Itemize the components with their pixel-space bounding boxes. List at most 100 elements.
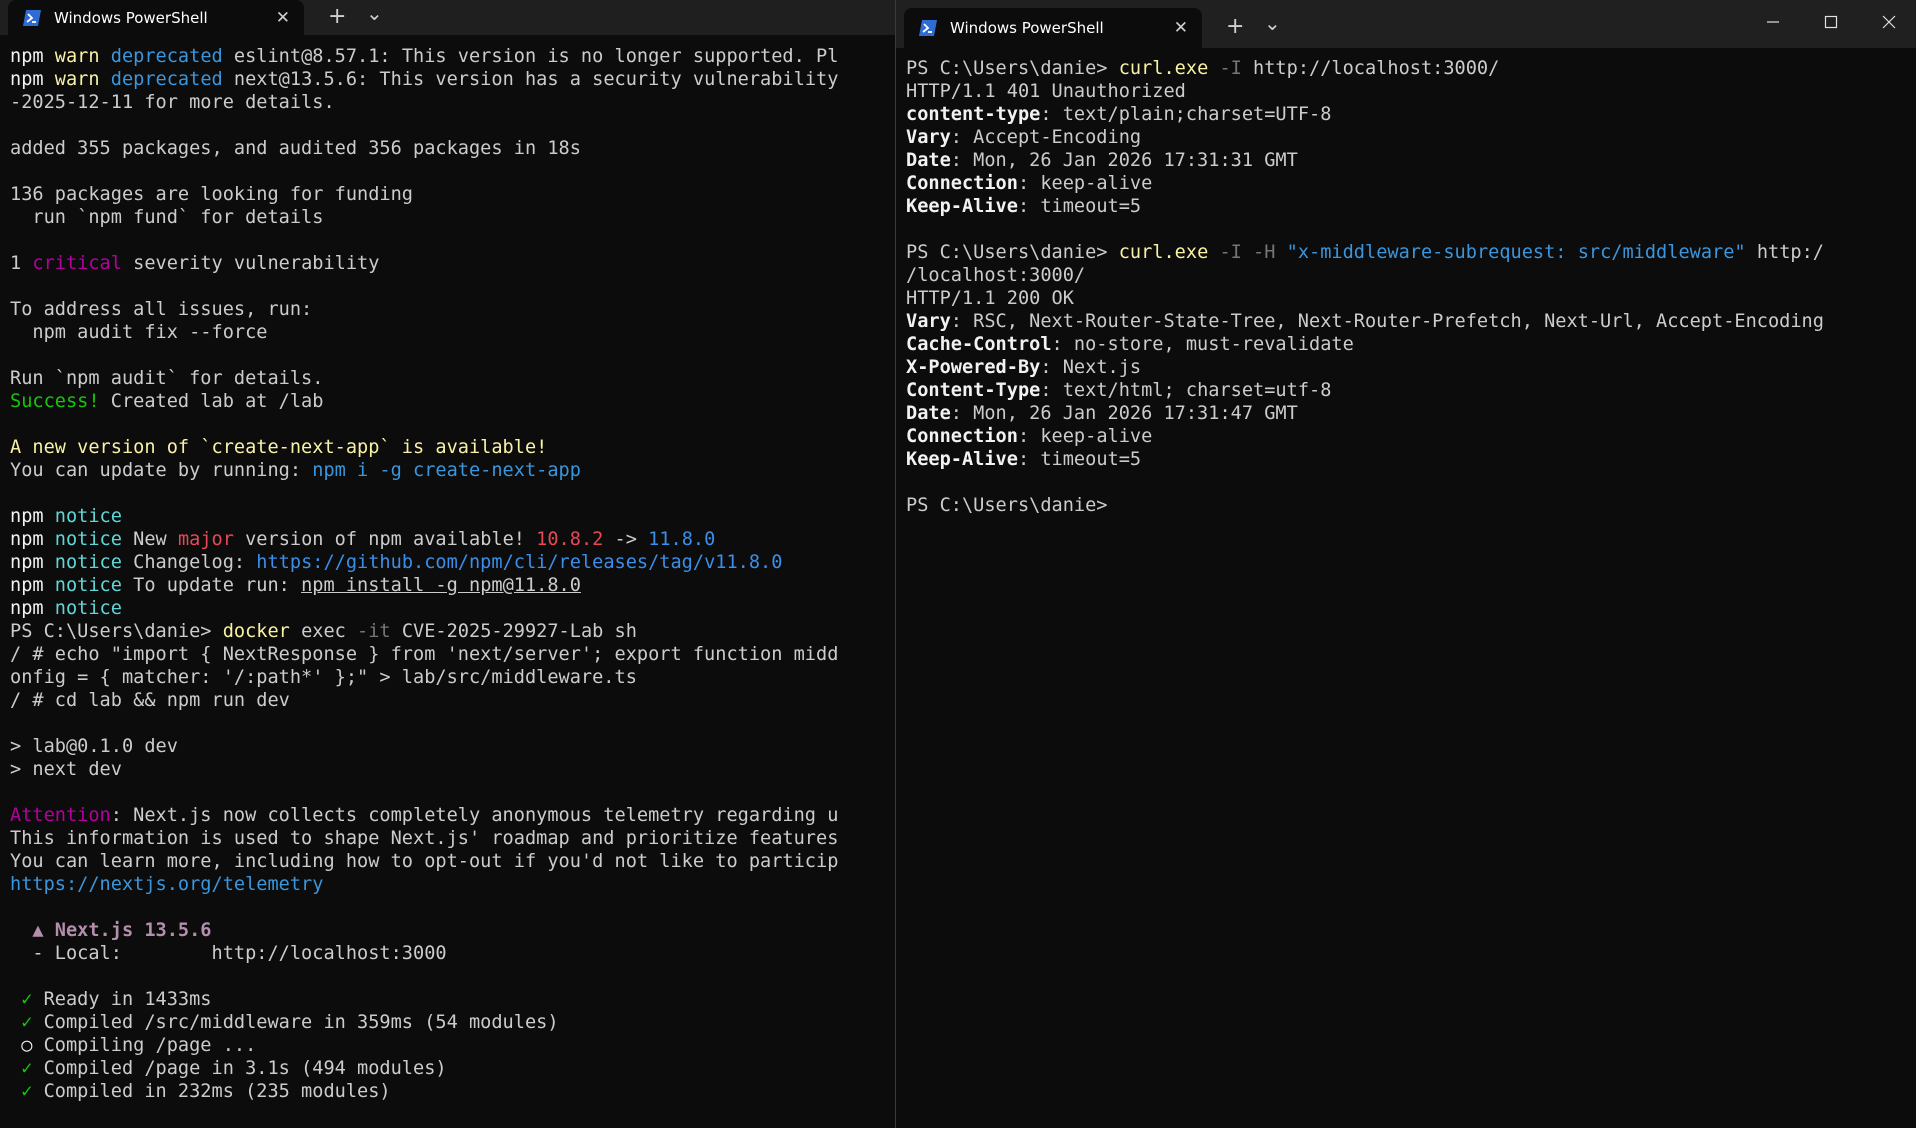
terminal-text: Connection xyxy=(906,173,1018,194)
powershell-icon xyxy=(23,9,41,26)
terminal-text: npm audit fix --force xyxy=(10,322,268,343)
minimize-button[interactable] xyxy=(1744,0,1802,44)
terminal-text: / # cd lab && npm run dev xyxy=(10,690,290,711)
terminal-text: ○ xyxy=(10,1035,33,1056)
terminal-text: Content-Type xyxy=(906,380,1041,401)
terminal-text: To update run: xyxy=(121,575,302,596)
terminal-text: exec xyxy=(289,621,358,642)
terminal-line: npm warn deprecated next@13.5.6: This ve… xyxy=(10,68,895,91)
terminal-text: : timeout=5 xyxy=(1017,449,1142,470)
right-tab-dropdown-icon[interactable]: ⌄ xyxy=(1264,11,1281,35)
right-tab-title: Windows PowerShell xyxy=(950,19,1104,37)
terminal-line: onfig = { matcher: '/:path*' };" > lab/s… xyxy=(10,666,895,689)
terminal-text: PS C:\Users\danie> xyxy=(906,495,1108,516)
left-terminal-window: Windows PowerShell ✕ + ⌄ npm warn deprec… xyxy=(0,0,895,1128)
terminal-line: / # echo "import { NextResponse } from '… xyxy=(10,643,895,666)
terminal-text: > lab@0.1.0 dev xyxy=(10,736,178,757)
terminal-line: PS C:\Users\danie> xyxy=(906,494,1916,517)
terminal-text: X-Powered-By xyxy=(906,357,1041,378)
left-tab-close-icon[interactable]: ✕ xyxy=(276,8,290,28)
terminal-line: Date: Mon, 26 Jan 2026 17:31:47 GMT xyxy=(906,402,1916,425)
terminal-text: CVE-2025-29927-Lab sh xyxy=(390,621,637,642)
terminal-line: PS C:\Users\danie> curl.exe -I -H "x-mid… xyxy=(906,241,1916,264)
terminal-text: Date xyxy=(906,150,951,171)
terminal-text: next@13.5.6: This version has a security… xyxy=(233,69,839,90)
terminal-text: Compiling /page ... xyxy=(32,1035,257,1056)
terminal-text: To address all issues, run: xyxy=(10,299,313,320)
terminal-line: > lab@0.1.0 dev xyxy=(10,735,895,758)
terminal-text: notice xyxy=(54,529,122,550)
terminal-text: : Next.js xyxy=(1040,357,1142,378)
left-terminal-output[interactable]: npm warn deprecated eslint@8.57.1: This … xyxy=(10,45,895,1103)
terminal-line: Content-Type: text/html; charset=utf-8 xyxy=(906,379,1916,402)
left-tab-title: Windows PowerShell xyxy=(54,8,208,27)
terminal-line: npm notice Changelog: https://github.com… xyxy=(10,551,895,574)
terminal-text: warn xyxy=(54,69,111,90)
terminal-line: Date: Mon, 26 Jan 2026 17:31:31 GMT xyxy=(906,149,1916,172)
terminal-line: ✓ Ready in 1433ms xyxy=(10,988,895,1011)
terminal-text: New xyxy=(121,529,178,550)
terminal-line: - Local: http://localhost:3000 xyxy=(10,942,895,965)
terminal-line: npm notice New major version of npm avai… xyxy=(10,528,895,551)
terminal-text: PS C:\Users\danie> xyxy=(906,58,1119,79)
terminal-line: Connection: keep-alive xyxy=(906,172,1916,195)
window-close-button[interactable] xyxy=(1860,0,1916,44)
terminal-text: npm install -g npm@11.8.0 xyxy=(301,575,581,596)
terminal-text: npm xyxy=(10,69,55,90)
terminal-line: ✓ Compiled /src/middleware in 359ms (54 … xyxy=(10,1011,895,1034)
terminal-text: : text/html; charset=utf-8 xyxy=(1040,380,1332,401)
terminal-text: deprecated xyxy=(110,46,234,67)
left-new-tab-button[interactable]: + xyxy=(328,4,346,29)
left-tab-powershell[interactable]: Windows PowerShell ✕ xyxy=(8,0,304,35)
terminal-line: A new version of `create-next-app` is av… xyxy=(10,436,895,459)
terminal-line: Vary: Accept-Encoding xyxy=(906,126,1916,149)
right-tab-powershell[interactable]: Windows PowerShell ✕ xyxy=(904,8,1202,48)
terminal-text: npm xyxy=(10,552,55,573)
terminal-line: -2025-12-11 for more details. xyxy=(10,91,895,114)
right-tab-close-icon[interactable]: ✕ xyxy=(1174,18,1188,38)
terminal-text: : text/plain;charset=UTF-8 xyxy=(1040,104,1332,125)
terminal-text: npm xyxy=(10,46,55,67)
terminal-line: 1 critical severity vulnerability xyxy=(10,252,895,275)
minimize-icon xyxy=(1767,21,1779,23)
left-tab-dropdown-icon[interactable]: ⌄ xyxy=(366,1,383,25)
terminal-line: X-Powered-By: Next.js xyxy=(906,356,1916,379)
terminal-line: content-type: text/plain;charset=UTF-8 xyxy=(906,103,1916,126)
terminal-line: run `npm fund` for details xyxy=(10,206,895,229)
terminal-text: "x-middleware-subrequest: src/middleware… xyxy=(1286,242,1746,263)
terminal-line: PS C:\Users\danie> curl.exe -I http://lo… xyxy=(906,57,1916,80)
terminal-text: Date xyxy=(906,403,951,424)
terminal-text: : Mon, 26 Jan 2026 17:31:31 GMT xyxy=(950,150,1298,171)
terminal-text: Success! xyxy=(10,391,100,412)
terminal-text: ✓ xyxy=(10,1012,33,1033)
terminal-text: -> xyxy=(603,529,649,550)
terminal-text: / # echo "import { NextResponse } from '… xyxy=(10,644,839,665)
right-new-tab-button[interactable]: + xyxy=(1226,14,1244,39)
terminal-text: Attention xyxy=(10,805,111,826)
left-tab-bar: Windows PowerShell ✕ + ⌄ xyxy=(0,0,895,35)
terminal-line: Keep-Alive: timeout=5 xyxy=(906,195,1916,218)
terminal-text: -it xyxy=(357,621,391,642)
terminal-text: npm i -g create-next-app xyxy=(312,460,581,481)
right-terminal-window: Windows PowerShell ✕ + ⌄ PS C:\Users\dan… xyxy=(895,0,1916,1128)
terminal-line: added 355 packages, and audited 356 pack… xyxy=(10,137,895,160)
terminal-text: Vary xyxy=(906,127,951,148)
right-terminal-output[interactable]: PS C:\Users\danie> curl.exe -I http://lo… xyxy=(906,57,1916,517)
terminal-text: Keep-Alive xyxy=(906,449,1018,470)
terminal-text: Changelog: xyxy=(121,552,257,573)
terminal-text: http://localhost:3000/ xyxy=(1253,58,1500,79)
terminal-text: deprecated xyxy=(110,69,234,90)
terminal-line: Vary: RSC, Next-Router-State-Tree, Next-… xyxy=(906,310,1916,333)
maximize-button[interactable] xyxy=(1802,0,1860,44)
terminal-line: Keep-Alive: timeout=5 xyxy=(906,448,1916,471)
terminal-text: Compiled in 232ms (235 modules) xyxy=(32,1081,391,1102)
terminal-text: 136 packages are looking for funding xyxy=(10,184,413,205)
terminal-text: run `npm fund` for details xyxy=(10,207,324,228)
terminal-line: /localhost:3000/ xyxy=(906,264,1916,287)
terminal-text: : Next.js now collects completely anonym… xyxy=(110,805,839,826)
terminal-text: Keep-Alive xyxy=(906,196,1018,217)
